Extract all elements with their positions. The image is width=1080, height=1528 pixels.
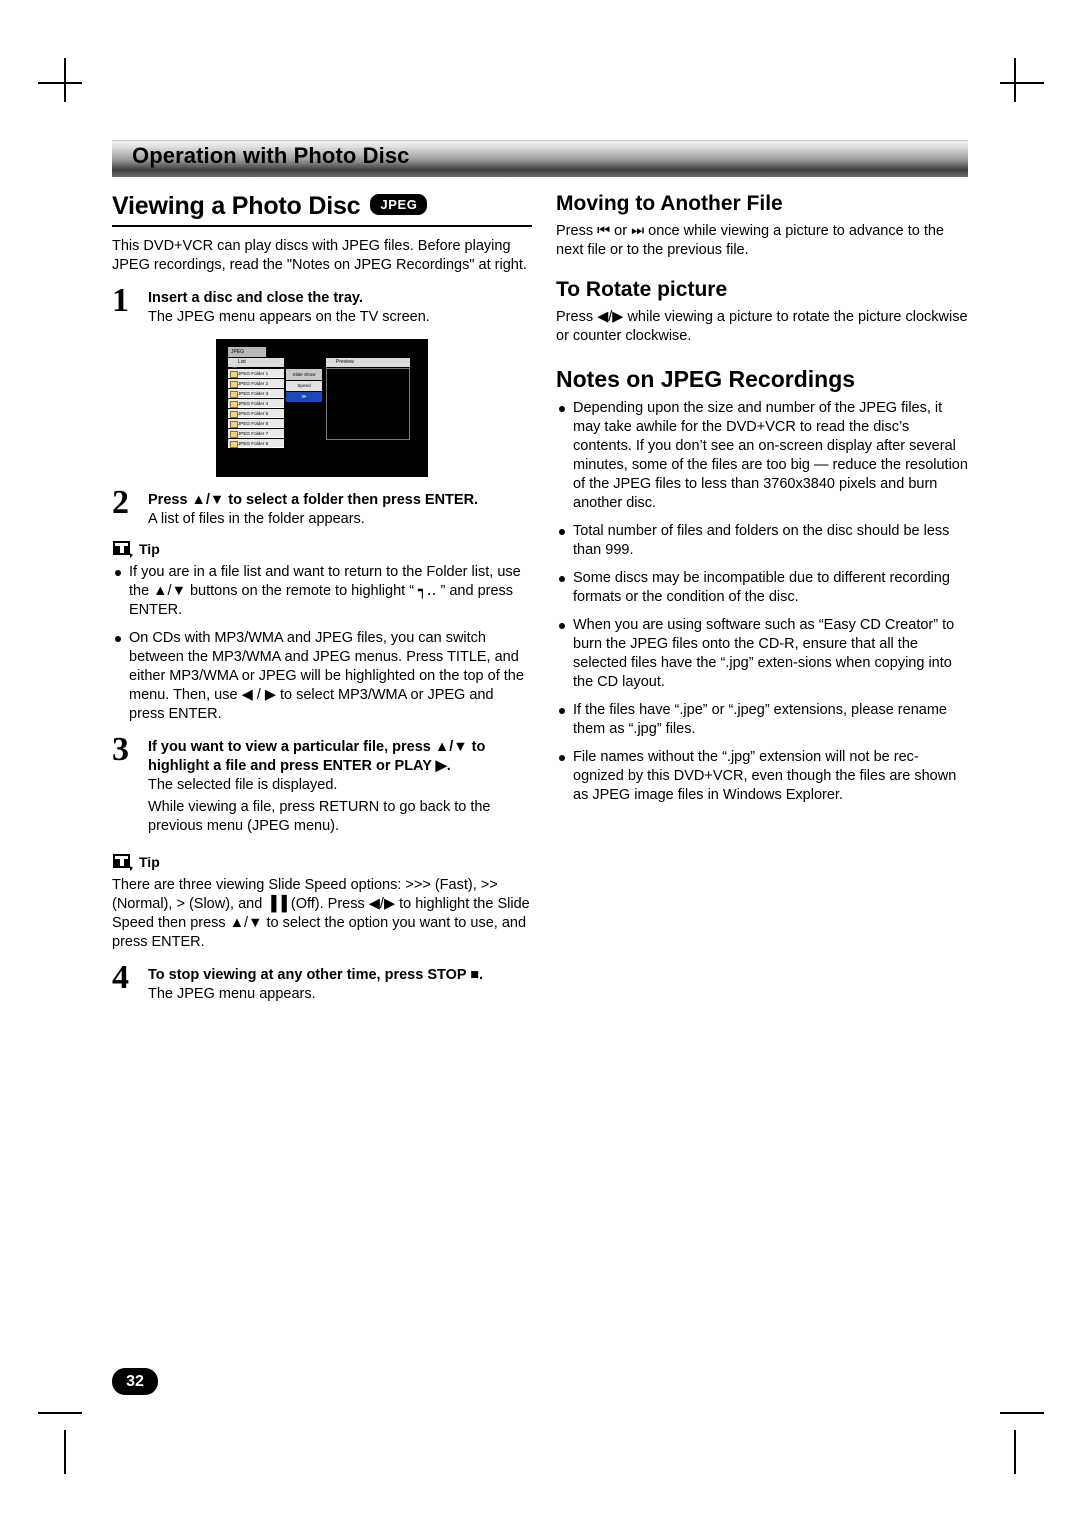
screen-speed-value: ≫ <box>286 392 322 402</box>
step-3-number: 3 <box>112 731 129 768</box>
step-4: 4 To stop viewing at any other time, pre… <box>112 961 532 1004</box>
tip-1-item: If you are in a file list and want to re… <box>112 563 532 620</box>
step-1-number: 1 <box>112 282 129 319</box>
notes-heading: Notes on JPEG Recordings <box>556 366 856 392</box>
tip-icon <box>112 852 134 872</box>
crop-mark-bottom-left-h <box>38 1412 82 1414</box>
right-column: Moving to Another File Press ⏮ or ⏭ once… <box>556 192 968 814</box>
folder-icon <box>230 391 238 398</box>
tip-1-header: Tip <box>112 539 532 559</box>
step-3-title: If you want to view a particular file, p… <box>148 739 486 774</box>
screen-folder-item: JPEG Folder 6 <box>228 419 284 428</box>
note-item: Depending upon the size and number of th… <box>556 399 968 513</box>
chapter-title: Operation with Photo Disc <box>132 143 410 168</box>
rotate-picture-body: Press ◀/▶ while viewing a picture to rot… <box>556 309 968 344</box>
step-1-title: Insert a disc and close the tray. <box>148 290 363 306</box>
screen-folder-item: JPEG Folder 3 <box>228 389 284 398</box>
step-3-body-2: While viewing a file, press RETURN to go… <box>148 799 491 834</box>
crop-mark-bottom-left <box>64 1430 66 1474</box>
screen-folder-item: JPEG Folder 8 <box>228 439 284 448</box>
screen-folder-item: JPEG Folder 1 <box>228 369 284 378</box>
step-2: 2 Press ▲/▼ to select a folder then pres… <box>112 486 532 529</box>
screen-tab-jpeg: JPEG <box>228 347 266 357</box>
crop-mark-bottom-right <box>1014 1430 1016 1474</box>
screen-folder-item: JPEG Folder 2 <box>228 379 284 388</box>
folder-icon <box>230 381 238 388</box>
step-3-body: The selected file is displayed. <box>148 777 338 793</box>
document-page: Operation with Photo Disc Viewing a Phot… <box>0 0 1080 1528</box>
rotate-picture-heading: To Rotate picture <box>556 278 728 301</box>
crop-mark-top-right-h <box>1000 82 1044 84</box>
moving-to-another-file-heading: Moving to Another File <box>556 192 783 215</box>
screen-speed-label: Speed <box>286 381 322 391</box>
folder-icon <box>230 371 238 378</box>
step-2-title: Press ▲/▼ to select a folder then press … <box>148 492 479 508</box>
screen-preview-header: Preview <box>326 358 410 367</box>
note-item: Some discs may be incompatible due to di… <box>556 569 968 607</box>
crop-mark-top-left <box>64 58 66 102</box>
folder-icon <box>230 441 238 448</box>
step-1: 1 Insert a disc and close the tray. The … <box>112 284 532 327</box>
folder-icon <box>230 401 238 408</box>
crop-mark-bottom-right-h <box>1000 1412 1044 1414</box>
notes-list: Depending upon the size and number of th… <box>556 399 968 805</box>
left-column: Viewing a Photo Disc JPEG This DVD+VCR c… <box>112 192 532 1012</box>
title-rule <box>112 225 532 227</box>
step-3: 3 If you want to view a particular file,… <box>112 733 532 836</box>
screen-folder-item: JPEG Folder 7 <box>228 429 284 438</box>
screen-preview-pane <box>326 368 410 440</box>
jpeg-badge: JPEG <box>370 194 428 215</box>
screen-slide-show-label: Slide Show <box>286 369 322 380</box>
tip-2-label: Tip <box>139 854 160 870</box>
page-title: Viewing a Photo Disc JPEG <box>112 192 532 221</box>
crop-mark-top-right <box>1014 58 1016 102</box>
tip-1-label: Tip <box>139 541 160 557</box>
note-item: Total number of files and folders on the… <box>556 522 968 560</box>
crop-mark-top-left-h <box>38 82 82 84</box>
screen-folder-item: JPEG Folder 4 <box>228 399 284 408</box>
folder-icon <box>230 431 238 438</box>
note-item: If the files have “.jpe” or “.jpeg” exte… <box>556 701 968 739</box>
step-1-body: The JPEG menu appears on the TV screen. <box>148 309 430 325</box>
step-4-body: The JPEG menu appears. <box>148 986 316 1002</box>
screen-list-header: List <box>228 358 284 367</box>
tip-1-item: On CDs with MP3/WMA and JPEG files, you … <box>112 629 532 724</box>
intro-paragraph: This DVD+VCR can play discs with JPEG fi… <box>112 238 527 273</box>
folder-icon <box>230 411 238 418</box>
page-title-text: Viewing a Photo Disc <box>112 192 361 220</box>
step-2-number: 2 <box>112 484 129 521</box>
step-4-title: To stop viewing at any other time, press… <box>148 967 484 983</box>
note-item: When you are using software such as “Eas… <box>556 616 968 692</box>
step-2-body: A list of files in the folder appears. <box>148 511 365 527</box>
step-4-number: 4 <box>112 959 129 996</box>
tv-screen: JPEG List Preview JPEG Folder 1 JPEG Fol… <box>216 339 428 477</box>
tip-2-header: Tip <box>112 852 532 872</box>
folder-icon <box>230 421 238 428</box>
tip-icon <box>112 539 134 559</box>
screen-folder-item: JPEG Folder 5 <box>228 409 284 418</box>
tip-2-text: There are three viewing Slide Speed opti… <box>112 877 530 950</box>
jpeg-menu-screenshot: JPEG List Preview JPEG Folder 1 JPEG Fol… <box>112 339 532 477</box>
page-number-badge: 32 <box>112 1368 158 1395</box>
note-item: File names without the “.jpg” extension … <box>556 748 968 805</box>
tip-1-list: If you are in a file list and want to re… <box>112 563 532 724</box>
moving-to-another-file-body: Press ⏮ or ⏭ once while viewing a pictur… <box>556 223 944 258</box>
tv-screen-inner: JPEG List Preview JPEG Folder 1 JPEG Fol… <box>228 347 412 463</box>
